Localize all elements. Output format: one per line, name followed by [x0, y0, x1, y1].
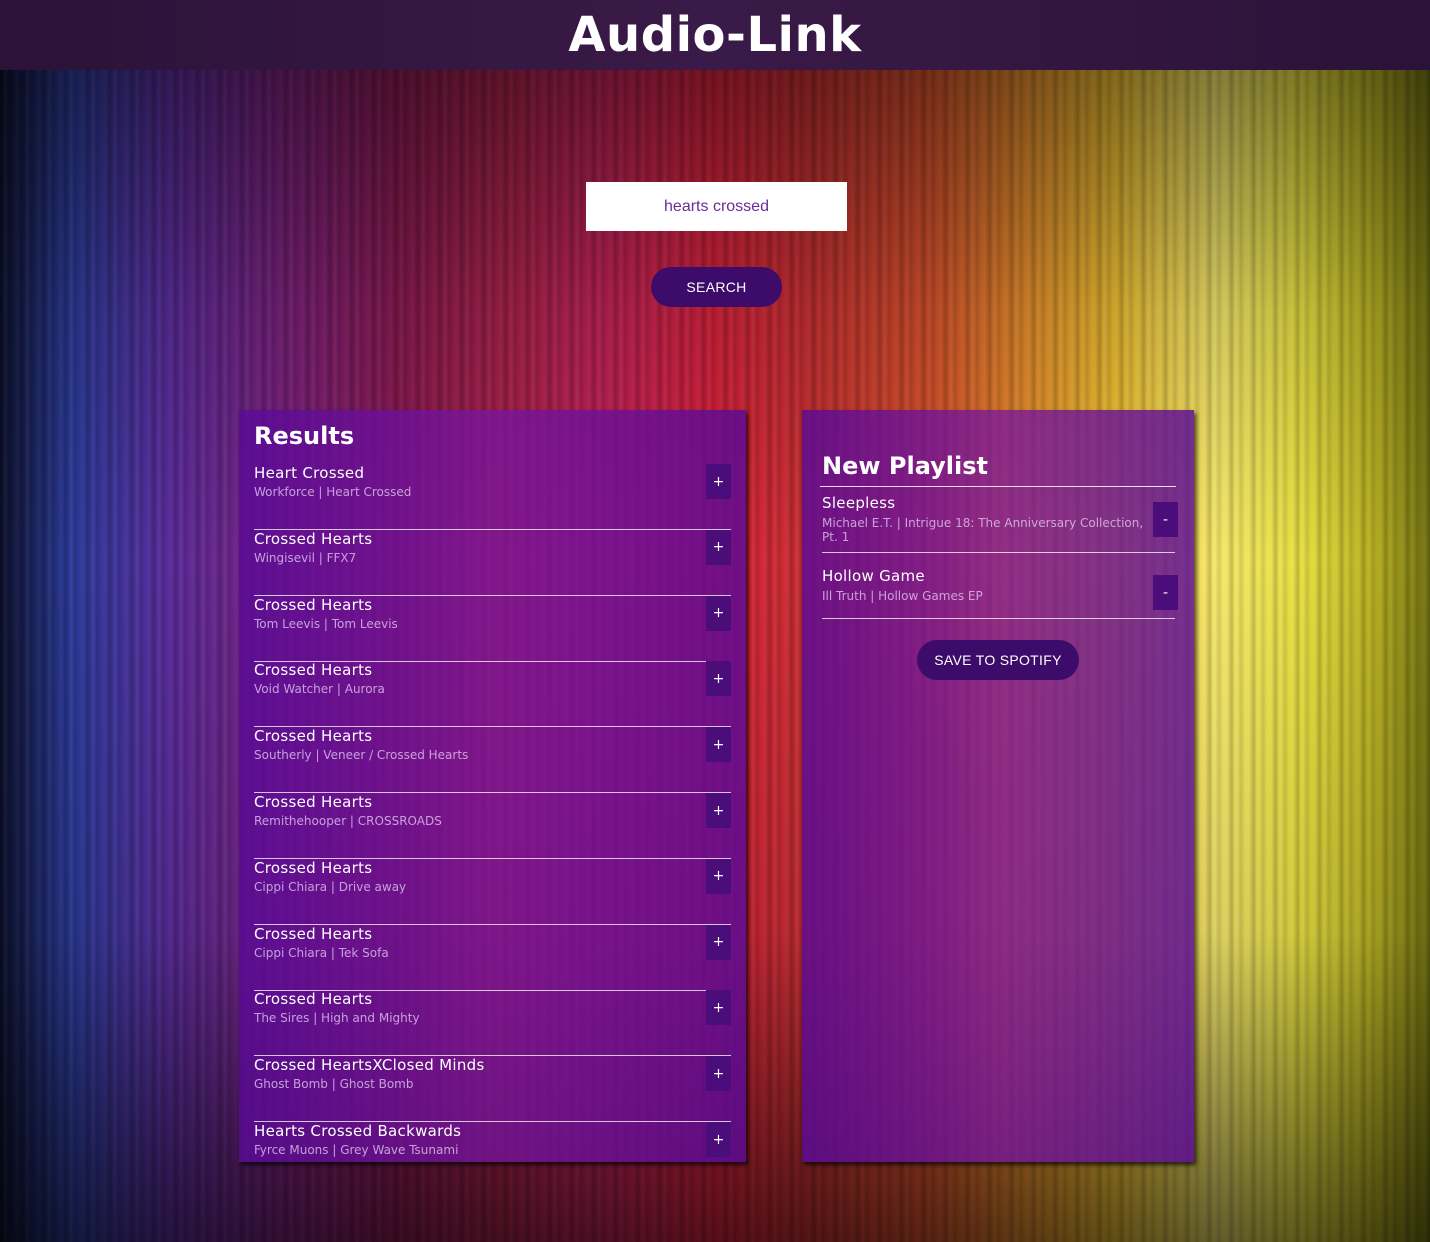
- track-artist-album: Remithehooper | CROSSROADS: [254, 814, 442, 828]
- track-name: Crossed Hearts: [254, 990, 373, 1009]
- track-row: Hollow Game Ill Truth | Hollow Games EP -: [822, 567, 1178, 619]
- add-track-button[interactable]: +: [706, 464, 731, 499]
- track-row: Crossed Hearts Cippi Chiara | Tek Sofa +: [254, 924, 731, 991]
- remove-track-button[interactable]: -: [1153, 502, 1178, 537]
- add-track-button[interactable]: +: [706, 529, 731, 565]
- track-name: Sleepless: [822, 494, 896, 512]
- track-row: Crossed Hearts Cippi Chiara | Drive away +: [254, 858, 731, 925]
- track-name: Crossed Hearts: [254, 858, 373, 877]
- track-name: Crossed Hearts: [254, 727, 373, 746]
- add-track-button[interactable]: +: [706, 990, 731, 1026]
- track-row: Heart Crossed Workforce | Heart Crossed +: [254, 464, 731, 530]
- add-track-button[interactable]: +: [706, 1122, 731, 1157]
- results-panel: Results Heart Crossed Workforce | Heart C…: [239, 410, 746, 1162]
- track-name: Crossed Hearts: [254, 793, 373, 811]
- track-row: Crossed Hearts Southerly | Veneer / Cross…: [254, 727, 731, 794]
- track-artist-album: Cippi Chiara | Drive away: [254, 879, 407, 894]
- track-row: Crossed Hearts Void Watcher | Aurora +: [254, 661, 731, 728]
- search-button[interactable]: SEARCH: [651, 267, 782, 307]
- playlist-divider: [820, 486, 1176, 487]
- save-to-spotify-button[interactable]: SAVE TO SPOTIFY: [917, 640, 1079, 680]
- add-track-button[interactable]: +: [706, 595, 731, 631]
- track-artist-album: Workforce | Heart Crossed: [254, 485, 412, 499]
- add-track-button[interactable]: +: [706, 661, 731, 697]
- track-artist-album: Fyrce Muons | Grey Wave Tsunami: [254, 1143, 459, 1157]
- track-name: Crossed Hearts: [254, 529, 373, 548]
- remove-track-button[interactable]: -: [1153, 575, 1178, 610]
- add-track-button[interactable]: +: [706, 727, 731, 763]
- track-row: Sleepless Michael E.T. | Intrigue 18: The…: [822, 494, 1178, 553]
- add-track-button[interactable]: +: [706, 793, 731, 828]
- track-artist-album: Tom Leevis | Tom Leevis: [254, 616, 398, 631]
- track-name: Crossed Hearts: [254, 595, 373, 614]
- results-title: Results: [254, 422, 355, 450]
- playlist-panel: New Playlist Sleepless Michael E.T. | Int…: [802, 410, 1194, 1162]
- track-name: Crossed Hearts: [254, 924, 373, 943]
- track-name: Heart Crossed: [254, 464, 365, 482]
- track-name: Crossed HeartsXClosed Minds: [254, 1056, 485, 1075]
- app-header: Audio-Link: [0, 0, 1430, 70]
- track-name: Hearts Crossed Backwards: [254, 1122, 462, 1140]
- track-row: Crossed Hearts The Sires | High and Might…: [254, 990, 731, 1057]
- track-artist-album: The Sires | High and Mighty: [254, 1011, 420, 1026]
- track-name: Crossed Hearts: [254, 661, 373, 680]
- track-row: Hearts Crossed Backwards Fyrce Muons | Gr…: [254, 1122, 731, 1162]
- search-input[interactable]: [586, 182, 847, 231]
- add-track-button[interactable]: +: [706, 924, 731, 960]
- track-artist-album: Ghost Bomb | Ghost Bomb: [254, 1077, 414, 1092]
- track-row: Crossed Hearts Wingisevil | FFX7 +: [254, 529, 731, 596]
- track-row: Crossed Hearts Remithehooper | CROSSROADS…: [254, 793, 731, 859]
- add-track-button[interactable]: +: [706, 858, 731, 894]
- track-artist-album: Ill Truth | Hollow Games EP: [822, 589, 983, 603]
- track-name: Hollow Game: [822, 567, 925, 585]
- track-artist-album: Michael E.T. | Intrigue 18: The Annivers…: [822, 516, 1144, 544]
- add-track-button[interactable]: +: [706, 1056, 731, 1092]
- app-title: Audio-Link: [568, 7, 862, 63]
- track-row: Crossed Hearts Tom Leevis | Tom Leevis +: [254, 595, 731, 662]
- track-artist-album: Cippi Chiara | Tek Sofa: [254, 945, 389, 960]
- track-artist-album: Southerly | Veneer / Crossed Hearts: [254, 748, 469, 763]
- track-row: Crossed HeartsXClosed Minds Ghost Bomb | …: [254, 1056, 731, 1123]
- track-artist-album: Wingisevil | FFX7: [254, 550, 357, 565]
- track-artist-album: Void Watcher | Aurora: [254, 682, 385, 697]
- playlist-title: New Playlist: [822, 452, 989, 480]
